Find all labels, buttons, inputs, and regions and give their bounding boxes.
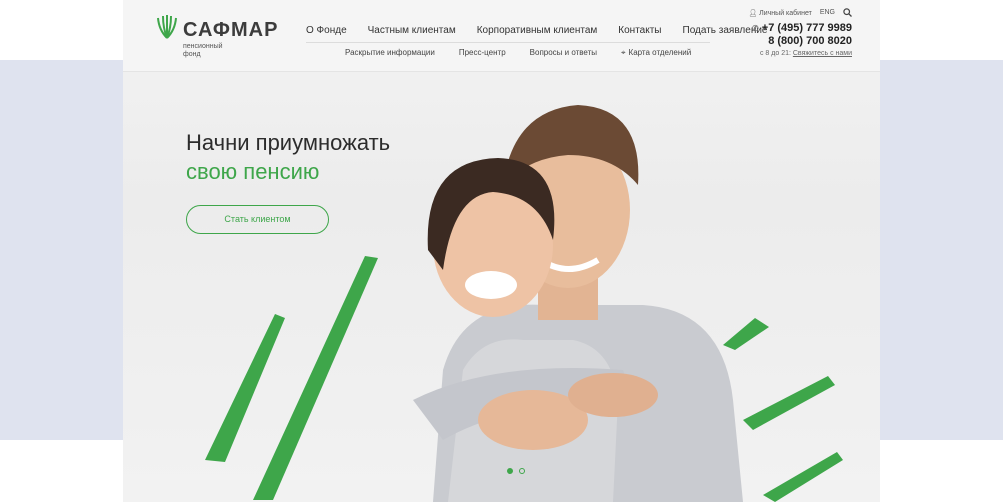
become-client-button[interactable]: Стать клиентом [186,205,329,234]
logo[interactable]: САФМАР пенсионный фонд [155,14,279,64]
logo-name: САФМАР [183,19,279,41]
phone-primary[interactable]: ✆ +7 (495) 777 9989 [748,22,852,34]
nav-item-about[interactable]: О Фонде [306,25,347,36]
logo-leaf-icon [157,15,177,39]
nav-item-corporate-clients[interactable]: Корпоративным клиентам [477,25,598,36]
phone-icon: ✆ [752,24,759,33]
nav-divider [306,42,710,43]
lang-switch[interactable]: ENG [820,9,835,16]
personal-cabinet-link[interactable]: 👤︎ Личный кабинет [748,9,812,17]
phone-secondary[interactable]: 8 (800) 700 8020 [748,35,852,47]
subnav-item-disclosure[interactable]: Раскрытие информации [345,48,435,58]
site-header: САФМАР пенсионный фонд О Фонде Частным к… [123,0,880,72]
working-hours: с 8 до 21: Свяжитесь с нами [748,50,852,57]
subnav-item-faq[interactable]: Вопросы и ответы [530,48,597,58]
slider-dot-1[interactable] [507,468,513,474]
hero-title-line1: Начни приумножать [186,130,391,155]
slider-dots [507,468,525,474]
slider-dot-2[interactable] [519,468,525,474]
search-icon[interactable] [843,8,852,17]
hours-text: с 8 до 21: [759,50,791,57]
nav-item-private-clients[interactable]: Частным клиентам [368,25,456,36]
hero-photo-couple [413,105,743,502]
nav-item-contacts[interactable]: Контакты [618,25,661,36]
personal-cabinet-label: Личный кабинет [759,9,812,17]
page: САФМАР пенсионный фонд О Фонде Частным к… [123,0,880,502]
hero-title-line2: свою пенсию [186,159,320,184]
subnav-item-map[interactable]: ⌖ Карта отделений [621,48,715,58]
user-icon: 👤︎ [748,9,758,17]
phone-primary-number: +7 (495) 777 9989 [761,22,852,34]
contact-us-link[interactable]: Свяжитесь с нами [793,50,852,57]
main-nav: О Фонде Частным клиентам Корпоративным к… [306,25,789,36]
logo-subtitle-line1: пенсионный [183,43,223,50]
header-contacts: 👤︎ Личный кабинет ENG ✆ +7 (495) 777 998… [748,8,852,57]
subnav-item-press[interactable]: Пресс-центр [459,48,506,58]
utility-bar: 👤︎ Личный кабинет ENG [748,8,852,17]
subnav-map-label: Карта отделений [628,48,692,57]
logo-subtitle: пенсионный фонд [183,43,243,59]
sub-nav: Раскрытие информации Пресс-центр Вопросы… [345,48,739,58]
map-pin-icon: ⌖ [621,48,626,57]
logo-subtitle-line2: фонд [183,51,201,58]
